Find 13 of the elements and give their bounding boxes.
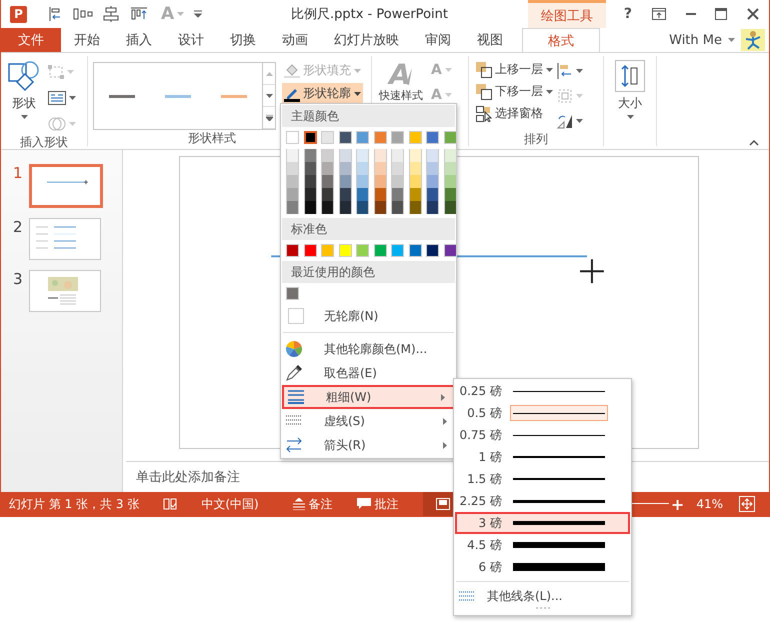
app-logo: P [10,6,27,22]
slide-number: 3 [13,270,23,288]
slide-info: 幻灯片 第 1 张，共 3 张 [9,496,140,512]
slide-number: 2 [13,218,23,236]
group-label: 排列 [524,132,548,146]
group-label: 插入形状 [20,135,68,149]
section-header: 标准色 [282,218,455,240]
section-header: 最近使用的颜色 [282,261,455,283]
slide-number: 1 [13,164,23,182]
window-title: 比例尺.pptx - PowerPoint [291,6,449,23]
context-tab-label: 绘图工具 [528,0,606,28]
section-header: 主题颜色 [282,105,455,127]
group-label: 形状样式 [188,131,236,145]
